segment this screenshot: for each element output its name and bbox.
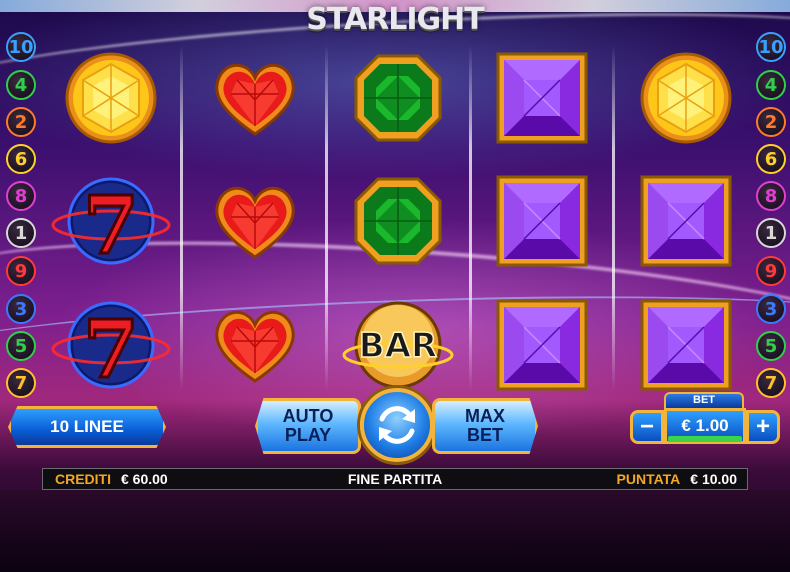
auto-play-button[interactable]: AUTO PLAY <box>255 398 361 454</box>
payline-number: 1 <box>764 222 778 244</box>
bar-icon: BAR <box>342 301 454 389</box>
payline-indicator: 1 <box>6 218 36 248</box>
payline-indicator: 2 <box>6 107 36 137</box>
lucky-seven-icon: 7 <box>51 177 171 274</box>
payline-number: 4 <box>14 74 28 96</box>
bet-level-fill <box>668 436 742 442</box>
bet-decrease-button[interactable]: − <box>630 410 664 444</box>
payline-indicator: 5 <box>6 331 36 361</box>
payline-number: 5 <box>764 335 778 357</box>
max-bet-label-line1: MAX <box>465 406 505 426</box>
reel-symbol-purple-square-gem <box>638 297 734 393</box>
payline-indicator: 7 <box>6 368 36 398</box>
bar-label: BAR <box>359 326 437 366</box>
reel-symbol-purple-square-gem <box>494 173 590 269</box>
purple-square-gem-icon <box>496 175 588 267</box>
purple-square-gem-icon <box>496 299 588 391</box>
payline-number: 9 <box>764 260 778 282</box>
payline-indicator: 3 <box>756 294 786 324</box>
reel-divider <box>325 45 328 390</box>
payline-indicator: 1 <box>756 218 786 248</box>
reel-symbol-purple-square-gem <box>638 173 734 269</box>
credits-value: € 60.00 <box>121 471 168 487</box>
lines-button[interactable]: 10 LINEE <box>8 406 166 448</box>
payline-number: 6 <box>764 148 778 170</box>
payline-number: 2 <box>764 111 778 133</box>
payline-indicator: 7 <box>756 368 786 398</box>
status-bar: CREDITI € 60.00 FINE PARTITA PUNTATA € 1… <box>42 468 748 490</box>
red-heart-icon <box>215 186 295 259</box>
auto-play-label-line2: PLAY <box>284 425 332 445</box>
yellow-diamond-icon <box>640 52 732 144</box>
payline-indicator: 9 <box>756 256 786 286</box>
payline-number: 2 <box>14 111 28 133</box>
payline-number: 7 <box>14 372 28 394</box>
bet-level-bar <box>668 436 742 442</box>
green-emerald-icon <box>354 54 442 142</box>
green-emerald-icon <box>354 177 442 265</box>
payline-number: 10 <box>8 36 34 58</box>
reel-symbol-bar: BAR <box>342 297 454 393</box>
payline-indicator: 9 <box>6 256 36 286</box>
seven-label: 7 <box>83 302 139 396</box>
payline-number: 6 <box>14 148 28 170</box>
payline-indicator: 4 <box>6 70 36 100</box>
reel-symbol-red-heart <box>207 173 303 269</box>
reel-symbol-yellow-diamond <box>63 50 159 146</box>
reel-divider <box>180 45 183 390</box>
payline-number: 4 <box>764 74 778 96</box>
payline-indicator: 2 <box>756 107 786 137</box>
auto-play-label-line1: AUTO <box>282 406 334 426</box>
payline-indicator: 8 <box>6 181 36 211</box>
payline-number: 7 <box>764 372 778 394</box>
payline-number: 3 <box>14 298 28 320</box>
payline-indicator: 3 <box>6 294 36 324</box>
lucky-seven-icon: 7 <box>51 301 171 398</box>
red-heart-icon <box>215 310 295 383</box>
reel-symbol-yellow-diamond <box>638 50 734 146</box>
purple-square-gem-icon <box>640 175 732 267</box>
stake-label: PUNTATA <box>616 471 681 487</box>
bet-increase-button[interactable]: + <box>746 410 780 444</box>
payline-number: 9 <box>14 260 28 282</box>
stake-value: € 10.00 <box>690 471 737 487</box>
payline-indicator: 10 <box>6 32 36 62</box>
yellow-diamond-icon <box>65 52 157 144</box>
reel-divider <box>612 45 615 390</box>
reel-symbol-red-heart <box>207 50 303 146</box>
game-stage: STARLIGHT 10 4 2 6 8 1 9 3 5 7 10 4 2 6 8 1 9 3 5 7 7 7 <box>0 0 790 572</box>
payline-indicator: 6 <box>756 144 786 174</box>
max-bet-button[interactable]: MAX BET <box>432 398 538 454</box>
refresh-icon <box>379 406 415 444</box>
bet-caption: BET <box>664 392 744 408</box>
spin-button[interactable] <box>360 388 434 462</box>
credits-label: CREDITI <box>55 471 111 487</box>
payline-number: 3 <box>764 298 778 320</box>
game-title: STARLIGHT <box>306 2 485 37</box>
purple-square-gem-icon <box>496 52 588 144</box>
seven-label: 7 <box>83 178 139 272</box>
reel-symbol-lucky-seven: 7 <box>51 297 171 398</box>
max-bet-label-line2: BET <box>467 425 503 445</box>
reel-symbol-purple-square-gem <box>494 297 590 393</box>
reel-symbol-red-heart <box>207 297 303 393</box>
payline-indicator: 5 <box>756 331 786 361</box>
reel-symbol-green-emerald <box>350 50 446 146</box>
payline-number: 10 <box>758 36 784 58</box>
payline-number: 5 <box>14 335 28 357</box>
reel-symbol-green-emerald <box>350 173 446 269</box>
payline-indicator: 6 <box>6 144 36 174</box>
payline-indicator: 10 <box>756 32 786 62</box>
red-heart-icon <box>215 63 295 136</box>
payline-number: 1 <box>14 222 28 244</box>
payline-indicator: 8 <box>756 181 786 211</box>
payline-indicator: 4 <box>756 70 786 100</box>
purple-square-gem-icon <box>640 299 732 391</box>
reel-divider <box>469 45 472 390</box>
reel-symbol-purple-square-gem <box>494 50 590 146</box>
payline-number: 8 <box>764 185 778 207</box>
bottom-area <box>0 490 790 572</box>
payline-number: 8 <box>14 185 28 207</box>
reel-symbol-lucky-seven: 7 <box>51 173 171 274</box>
